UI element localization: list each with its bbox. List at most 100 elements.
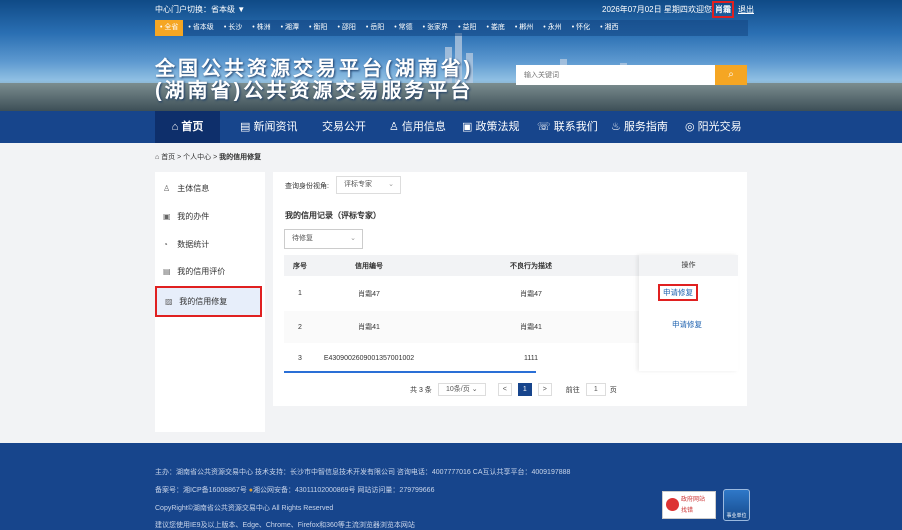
horizontal-scrollbar[interactable]: [284, 371, 536, 373]
nav-home[interactable]: ⌂ 首页: [155, 111, 220, 143]
repair-icon: ▨: [165, 297, 173, 306]
city-tab[interactable]: 郴州: [510, 20, 538, 36]
nav-service-guide[interactable]: ♨ 服务指南: [611, 111, 668, 143]
badge-text: 事业单位: [726, 513, 747, 519]
nav-credit-info[interactable]: ♙ 信用信息: [389, 111, 446, 143]
sidebar-item-label: 数据统计: [177, 240, 210, 249]
role-select[interactable]: 评标专家 ⌄: [336, 176, 401, 194]
city-tab[interactable]: 湘潭: [276, 20, 304, 36]
cell-no: 3: [298, 354, 302, 362]
rating-icon: ▤: [163, 267, 171, 276]
city-tab[interactable]: 益阳: [453, 20, 481, 36]
total-count: 共 3 条: [410, 386, 432, 394]
national-emblem-icon: [666, 498, 679, 511]
column-header: 信用编号: [355, 262, 383, 270]
city-tab[interactable]: 常德: [389, 20, 417, 36]
center-switch[interactable]: 中心门户切换：省本级 ▼: [155, 4, 245, 15]
person-icon: ♙: [163, 184, 171, 193]
public-institution-badge[interactable]: 事业单位: [723, 489, 750, 521]
city-tab[interactable]: 娄底: [481, 20, 509, 36]
record-title: 我的信用记录（评标专家）: [285, 211, 381, 220]
nav-sunshine-trade[interactable]: ◎ 阳光交易: [685, 111, 742, 143]
logout-link[interactable]: 退出: [738, 4, 754, 15]
city-tab[interactable]: 邵阳: [332, 20, 360, 36]
page-unit: 页: [609, 386, 617, 394]
user-name-link[interactable]: 肖霜: [712, 1, 734, 18]
breadcrumb-home[interactable]: 首页: [161, 154, 175, 161]
cell-code: 肖霜47: [358, 290, 380, 298]
page-size-select[interactable]: 10条/页 ⌄: [437, 383, 486, 396]
chevron-down-icon: ⌄: [350, 235, 356, 242]
date-text: 2026年07月02日 星期四: [602, 5, 688, 14]
role-select-value: 评标专家: [344, 181, 372, 188]
column-header: 不良行为描述: [510, 262, 552, 270]
footer-host-info: 主办：湖南省公共资源交易中心 技术支持：长沙市中智信息技术开发有限公司 咨询电话…: [155, 469, 571, 476]
city-tab[interactable]: 省本级: [183, 20, 218, 36]
city-tab[interactable]: 全省: [155, 20, 184, 36]
footer: 主办：湖南省公共资源交易中心 技术支持：长沙市中智信息技术开发有限公司 咨询电话…: [0, 443, 902, 530]
sidebar-item-statistics[interactable]: ◔ 数据统计: [155, 231, 265, 259]
status-select-value: 待修复: [292, 235, 313, 242]
cell-desc: 1111: [523, 354, 538, 362]
sidebar-item-credit-repair[interactable]: ▨ 我的信用修复: [155, 286, 262, 317]
nav-news[interactable]: ▤ 新闻资讯: [240, 111, 297, 143]
nav-policy[interactable]: ▣ 政策法规: [462, 111, 519, 143]
next-page-button[interactable]: >: [537, 383, 552, 396]
cell-desc: 肖霜41: [520, 324, 542, 331]
apply-repair-button[interactable]: 申请修复: [672, 319, 702, 330]
nav-trade-public[interactable]: 交易公开: [322, 111, 366, 143]
briefcase-icon: ▣: [163, 212, 171, 221]
search-input[interactable]: [516, 65, 715, 85]
sidebar-item-label: 我的信用修复: [179, 297, 228, 306]
cell-no: 2: [298, 323, 302, 331]
footer-icp-number[interactable]: 备案号：湘ICP备16008867号: [155, 487, 247, 494]
operation-column: 操作 申请修复 申请修复: [639, 255, 738, 371]
gov-site-error-badge[interactable]: 政府网站 找错: [662, 491, 716, 519]
breadcrumb-sep: >: [175, 154, 184, 161]
page-number-current[interactable]: 1: [517, 383, 532, 396]
chevron-down-icon: ⌄: [388, 181, 394, 188]
role-label: 查询身份视角:: [285, 183, 329, 190]
search-icon[interactable]: ⌕: [715, 65, 747, 85]
welcome-text: 欢迎您,: [688, 5, 715, 14]
nav-contact[interactable]: ☏ 联系我们: [537, 111, 598, 143]
page-size-value: 10条/页: [446, 386, 470, 393]
sidebar-item-my-affairs[interactable]: ▣ 我的办件: [155, 203, 265, 231]
breadcrumb-sep: >: [211, 154, 220, 161]
column-header: 序号: [293, 262, 307, 270]
badge-top-text: 政府网站: [681, 497, 706, 503]
breadcrumb-center[interactable]: 个人中心: [183, 154, 211, 161]
top-strip: 中心门户切换：省本级 ▼ 2026年07月02日 星期四 欢迎您, 肖霜 退出: [0, 0, 902, 18]
breadcrumb: ⌂ 首页 > 个人中心 > 我的信用修复: [155, 152, 261, 162]
sidebar-item-label: 主体信息: [177, 184, 210, 193]
city-tab[interactable]: 张家界: [418, 20, 453, 36]
badge-bottom-text: 找错: [681, 508, 694, 514]
city-tab[interactable]: 怀化: [567, 20, 595, 36]
city-tab[interactable]: 永州: [538, 20, 566, 36]
breadcrumb-current: 我的信用修复: [219, 154, 262, 161]
content-panel: 查询身份视角: 评标专家 ⌄ 我的信用记录（评标专家） 待修复 ⌄ 序号 信用编号 …: [273, 172, 747, 406]
footer-icp: 备案号：湘ICP备16008867号 ●湘公网安备：43011102000869…: [155, 485, 434, 495]
city-tab[interactable]: 长沙: [219, 20, 247, 36]
goto-label: 前往: [565, 386, 580, 394]
city-tab[interactable]: 衡阳: [304, 20, 332, 36]
prev-page-button[interactable]: <: [497, 383, 512, 396]
main-nav: ⌂ 首页 ▤ 新闻资讯 交易公开 ♙ 信用信息 ▣ 政策法规 ☏ 联系我们 ♨ …: [0, 111, 902, 143]
sidebar: ♙ 主体信息 ▣ 我的办件 ◔ 数据统计 ▤ 我的信用评价 ▨ 我的信用修复: [155, 172, 265, 432]
clock-chart-icon: ◔: [163, 240, 168, 249]
sidebar-item-label: 我的办件: [177, 212, 210, 221]
footer-browser-tip: 建议您使用IE9及以上版本、Edge、Chrome、Firefox和360等主流…: [155, 522, 415, 529]
city-tab[interactable]: 岳阳: [361, 20, 389, 36]
header-banner: 中心门户切换：省本级 ▼ 2026年07月02日 星期四 欢迎您, 肖霜 退出 …: [0, 0, 902, 111]
goto-page-input[interactable]: 1: [585, 383, 606, 396]
sidebar-item-credit-rating[interactable]: ▤ 我的信用评价: [155, 258, 265, 286]
footer-copyright: CopyRight©湖南省公共资源交易中心 All Rights Reserve…: [155, 505, 334, 512]
city-tab[interactable]: 株洲: [247, 20, 275, 36]
column-header: 操作: [639, 255, 738, 276]
city-bar: 全省 省本级 长沙 株洲 湘潭 衡阳 邵阳 岳阳 常德 张家界 益阳 娄底 郴州…: [155, 20, 748, 36]
apply-repair-button[interactable]: 申请修复: [658, 284, 698, 301]
status-select[interactable]: 待修复 ⌄: [284, 229, 363, 249]
cell-desc: 肖霜47: [520, 290, 542, 298]
city-tab[interactable]: 湘西: [595, 20, 623, 36]
sidebar-item-subject-info[interactable]: ♙ 主体信息: [155, 175, 265, 203]
